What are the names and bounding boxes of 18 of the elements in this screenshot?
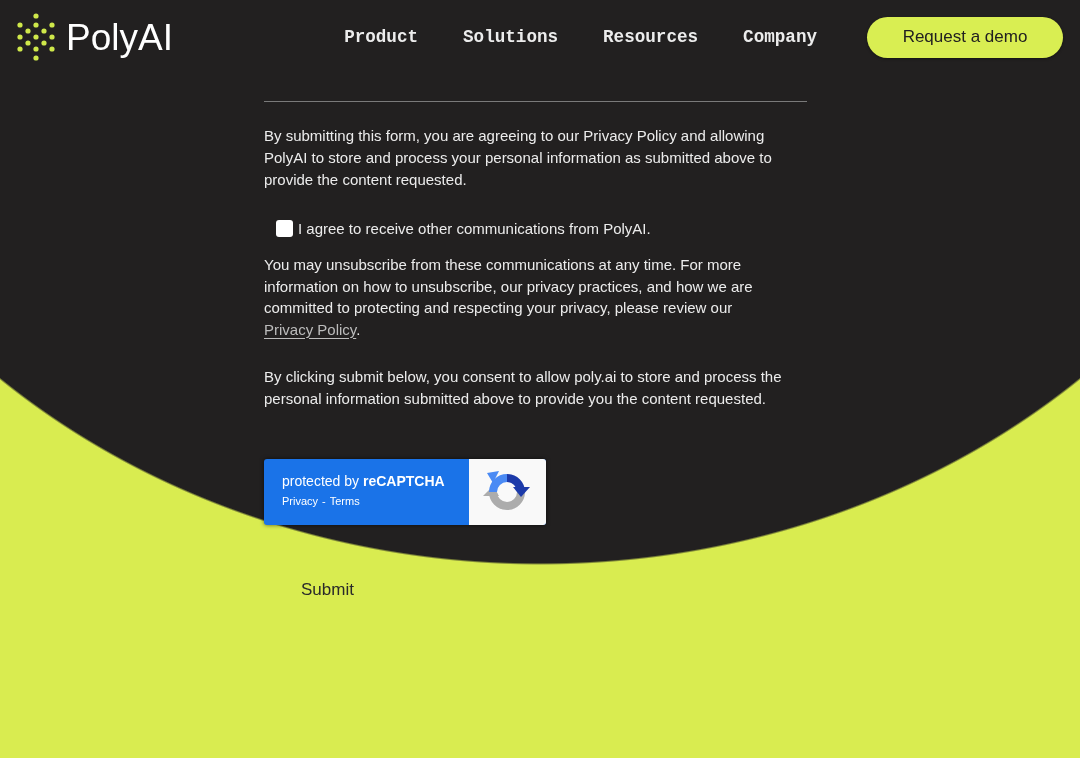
dot-grid-logo-icon <box>16 12 56 62</box>
nav-link[interactable]: Solutions <box>463 27 559 47</box>
nav-link[interactable]: Resources <box>603 27 699 47</box>
terms-link[interactable]: Terms <box>329 494 360 508</box>
nav-link[interactable]: Company <box>743 27 817 47</box>
checkbox[interactable] <box>276 219 293 237</box>
unsubscribe-text: You may unsubscribe from these communications at any time. For more information on how to unsubscribe, our privacy practices, and how we are committed to protecting and respecting your privacy, please review our Privacy Policy. <box>264 255 754 340</box>
circular-arrows-icon <box>469 459 546 525</box>
submit-consent-text: By clicking submit below, you consent to allow poly.ai to store and process the personal information submitted above to provide you the content requested. <box>264 367 783 409</box>
logo-text[interactable]: PolyAI <box>66 18 173 56</box>
privacy-link[interactable]: Privacy <box>282 494 319 508</box>
request-demo-button[interactable]: Request a demo <box>867 16 1063 58</box>
nav-link[interactable]: Product <box>344 27 419 47</box>
link-separator: - <box>322 494 326 508</box>
consent-text: By submitting this form, you are agreeing to our Privacy Policy and allowing PolyAI to store and process your personal information as submitted above to provide the content requested. <box>264 126 773 190</box>
captcha-title: protected by reCAPTCHA <box>282 472 445 490</box>
checkbox-label[interactable]: I agree to receive other communications from PolyAI. <box>298 219 651 237</box>
submit-button[interactable]: Submit <box>301 572 354 608</box>
